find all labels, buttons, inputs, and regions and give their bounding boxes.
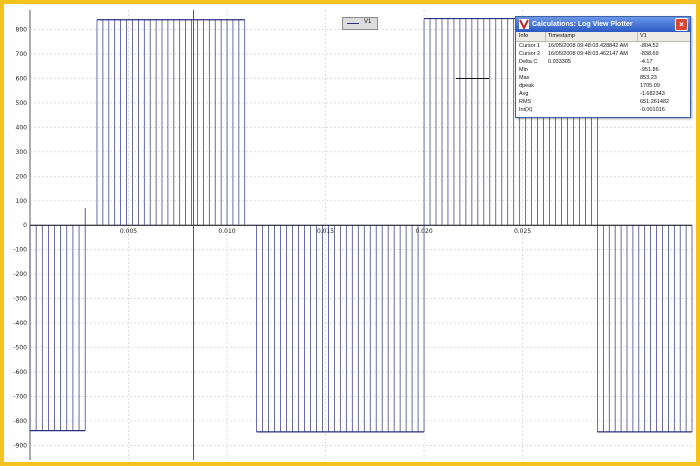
y-tick-label: -200 bbox=[13, 271, 27, 278]
header-divider bbox=[545, 32, 546, 41]
calc-cell-info: Cursor 2 bbox=[519, 51, 541, 57]
y-tick-label: 200 bbox=[16, 173, 28, 180]
header-timestamp[interactable]: Timestamp bbox=[548, 33, 575, 39]
y-tick-label: -700 bbox=[13, 393, 27, 400]
y-tick-label: 800 bbox=[16, 27, 28, 34]
calc-cell-v1: -951.86 bbox=[640, 67, 659, 73]
calc-cell-timestamp: 0.033305 bbox=[548, 59, 571, 65]
legend-swatch bbox=[347, 23, 359, 24]
calc-cell-timestamp: 16/05/2008 09:48:03.428842 AM bbox=[548, 43, 628, 49]
header-divider bbox=[637, 32, 638, 41]
calc-cell-v1: 651.261482 bbox=[640, 99, 670, 105]
calc-cell-info: RMS bbox=[519, 99, 532, 105]
legend-label: V1 bbox=[364, 19, 372, 25]
calculations-window[interactable]: Calculations: Log View Plotter × Info Ti… bbox=[515, 16, 691, 118]
x-axis-labels: 0.005 0.010 0.015 0.020 0.025 bbox=[120, 228, 531, 235]
y-tick-label: 700 bbox=[16, 51, 28, 58]
calc-cell-info: Delta C bbox=[519, 59, 538, 65]
legend: V1 bbox=[342, 17, 378, 30]
y-axis-labels: 800 700 600 500 400 300 200 100 0 -100 -200 -300 -40… bbox=[13, 27, 27, 450]
y-tick-label: 400 bbox=[16, 124, 28, 131]
y-tick-label: -300 bbox=[13, 296, 27, 303]
y-tick-label: -900 bbox=[13, 442, 27, 449]
x-tick-label: 0.005 bbox=[120, 228, 137, 235]
y-tick-label: 0 bbox=[23, 222, 27, 229]
calc-cell-v1: -1.682343 bbox=[640, 91, 665, 97]
y-tick-label: -400 bbox=[13, 320, 27, 327]
calc-cell-v1: -804.52 bbox=[640, 43, 659, 49]
header-v1[interactable]: V1 bbox=[640, 33, 647, 39]
header-info[interactable]: Info bbox=[519, 33, 528, 39]
calc-cell-info: Int(X) bbox=[519, 107, 533, 113]
y-tick-label: 100 bbox=[16, 198, 28, 205]
y-tick-label: -500 bbox=[13, 345, 27, 352]
table-header bbox=[516, 32, 690, 42]
window-titlebar[interactable]: Calculations: Log View Plotter × bbox=[516, 17, 690, 32]
y-tick-label: -800 bbox=[13, 418, 27, 425]
y-tick-label: -600 bbox=[13, 369, 27, 376]
calc-cell-v1: -838.69 bbox=[640, 51, 659, 57]
x-tick-label: 0.015 bbox=[317, 228, 334, 235]
calc-cell-info: Avg bbox=[519, 91, 529, 97]
calc-cell-v1: 853.23 bbox=[640, 75, 657, 81]
calc-cell-timestamp: 16/05/2008 09:48:03.462147 AM bbox=[548, 51, 628, 57]
calc-cell-info: dpeak bbox=[519, 83, 534, 89]
y-tick-label: -100 bbox=[13, 247, 27, 254]
y-tick-label: 600 bbox=[16, 75, 28, 82]
y-tick-label: 300 bbox=[16, 149, 28, 156]
calc-cell-v1: -0.001016 bbox=[640, 107, 665, 113]
y-tick-label: 500 bbox=[16, 100, 28, 107]
x-tick-label: 0.025 bbox=[514, 228, 531, 235]
app-icon bbox=[519, 19, 529, 29]
x-tick-label: 0.010 bbox=[218, 228, 235, 235]
calc-cell-info: Min bbox=[519, 67, 528, 73]
calc-cell-info: Max bbox=[519, 75, 530, 81]
calc-cell-v1: 1705.09 bbox=[640, 83, 660, 89]
plot-frame: 800 700 600 500 400 300 200 100 0 -100 -200 -300 -40… bbox=[4, 4, 696, 462]
calc-cell-info: Cursor 1 bbox=[519, 43, 541, 49]
window-title: Calculations: Log View Plotter bbox=[532, 21, 633, 28]
calc-cell-v1: -4.17 bbox=[640, 59, 653, 65]
close-icon[interactable]: × bbox=[675, 18, 688, 31]
